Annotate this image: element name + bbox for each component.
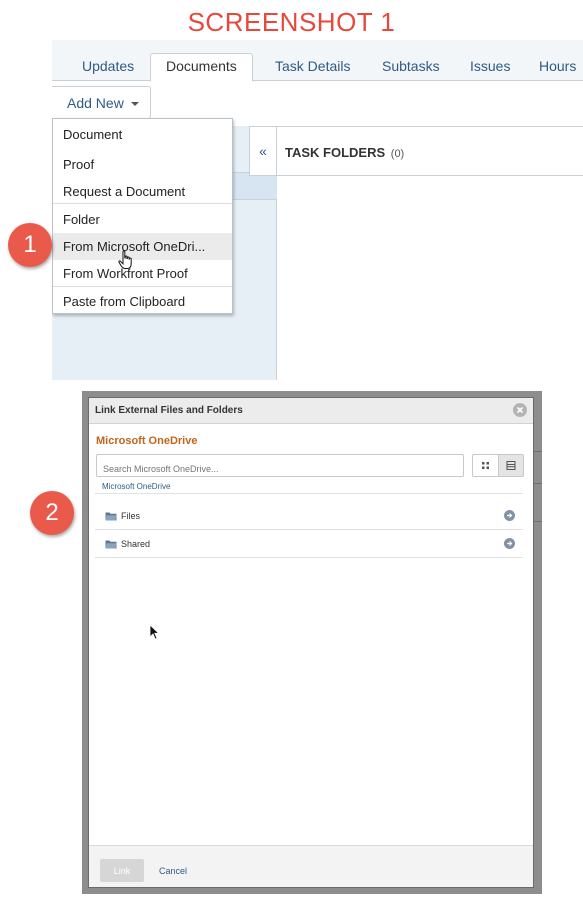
link-external-dialog: Link External Files and Folders Microsof… [88,397,534,888]
divider [95,493,523,494]
menu-divider [53,203,232,204]
menu-item-request-document[interactable]: Request a Document [53,178,232,205]
dialog-title: Link External Files and Folders [95,405,243,416]
menu-item-proof[interactable]: Proof [53,151,232,178]
cancel-link[interactable]: Cancel [159,866,187,876]
grid-view-icon [482,462,489,469]
step-badge-2: 2 [30,491,74,535]
search-input[interactable] [96,454,464,477]
page: SCREENSHOT 1 Updates Documents Task Deta… [0,0,583,908]
chevron-down-icon [131,102,139,106]
list-item-label: Shared [121,539,151,549]
hand-pointer-icon [118,250,132,269]
folder-icon [105,540,117,549]
tab-issues[interactable]: Issues [470,54,510,81]
provider-title: Microsoft OneDrive [96,435,198,447]
screenshot-2: Link External Files and Folders Microsof… [82,391,542,894]
task-folders-title: TASK FOLDERS [285,145,386,160]
arrow-circle-right-icon[interactable] [504,510,515,521]
mouse-pointer-icon [149,624,160,640]
screenshot-1: Updates Documents Task Details Subtasks … [52,40,583,380]
tab-subtasks[interactable]: Subtasks [382,54,440,81]
arrow-circle-right-icon[interactable] [504,538,515,549]
link-button[interactable]: Link [100,859,144,882]
add-new-menu: Document Proof Request a Document Folder… [52,118,233,314]
divider [95,557,523,558]
list-item-shared[interactable]: Shared [105,537,515,553]
task-folders-header: TASK FOLDERS (0) [277,126,583,176]
screenshot-heading: SCREENSHOT 1 [187,7,396,37]
list-view-icon [506,461,516,470]
divider [95,529,523,530]
menu-item-folder[interactable]: Folder [53,206,232,233]
dialog-footer: Link Cancel [89,845,533,887]
close-icon[interactable] [513,403,527,417]
task-folders-count: (0) [390,148,405,160]
double-chevron-left-icon: « [259,143,267,159]
tab-task-details[interactable]: Task Details [275,54,350,81]
menu-item-paste-clipboard[interactable]: Paste from Clipboard [53,288,232,315]
list-view-button[interactable] [498,455,523,476]
tab-hours[interactable]: Hours [539,54,576,81]
folder-icon [105,512,117,521]
view-toggle [472,454,524,477]
tab-bar: Updates Documents Task Details Subtasks … [52,40,583,82]
menu-item-document[interactable]: Document [53,121,232,148]
add-new-label: Add New [67,95,124,111]
list-item-label: Files [121,511,141,521]
menu-item-onedrive[interactable]: From Microsoft OneDri... [53,233,232,260]
grid-view-button[interactable] [473,455,498,476]
breadcrumb[interactable]: Microsoft OneDrive [102,482,170,491]
step-badge-1: 1 [8,223,52,267]
menu-item-workfront-proof[interactable]: From Workfront Proof [53,260,232,287]
collapse-panel-button[interactable]: « [249,126,277,176]
tab-updates[interactable]: Updates [82,54,134,81]
add-new-button[interactable]: Add New [52,86,151,119]
list-item-files[interactable]: Files [105,509,515,525]
tab-documents[interactable]: Documents [150,53,253,82]
menu-divider [53,286,232,287]
dialog-title-bar: Link External Files and Folders [89,398,533,424]
